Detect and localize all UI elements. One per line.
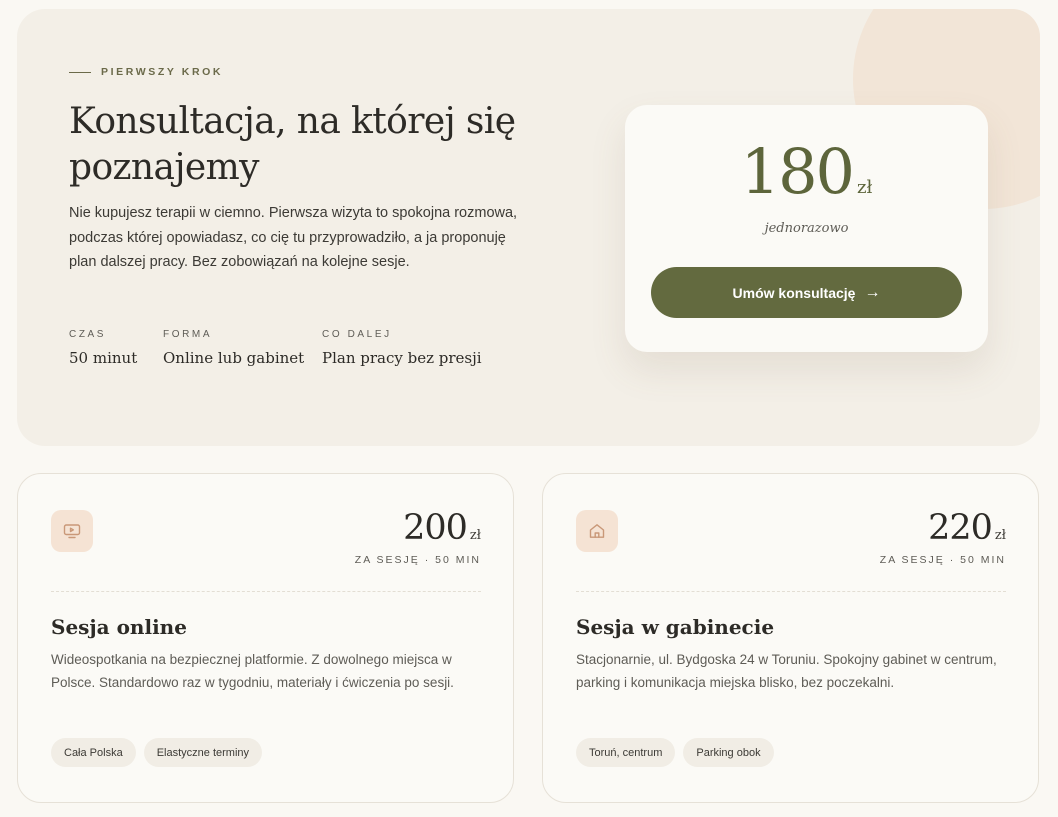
book-consultation-label: Umów konsultację [732,284,856,301]
hero-title: Konsultacja, na której się poznajemy [69,101,516,188]
online-session-title: Sesja online [51,615,187,639]
meta-time-value: 50 minut [69,349,138,367]
consultation-hero: PIERWSZY KROK Konsultacja, na której się… [17,9,1040,446]
online-session-card: 200 zł ZA SESJĘ · 50 MIN Sesja online Wi… [17,473,514,803]
office-session-price: 220 zł ZA SESJĘ · 50 MIN [880,508,1006,566]
online-price-currency: zł [469,528,481,543]
office-price-currency: zł [994,528,1006,543]
arrow-right-icon: → [864,283,881,301]
online-session-price: 200 zł ZA SESJĘ · 50 MIN [355,508,481,566]
eyebrow-text: PIERWSZY KROK [101,66,224,78]
monitor-icon [51,510,93,552]
tag-torun-center: Toruń, centrum [576,738,676,767]
eyebrow: PIERWSZY KROK [69,66,223,78]
card-divider [51,591,481,592]
meta-form-value: Online lub gabinet [163,349,305,367]
office-session-title: Sesja w gabinecie [576,615,775,639]
tag-flexible-dates: Elastyczne terminy [143,738,263,767]
tag-parking-nearby: Parking obok [683,738,774,767]
online-price-amount: 200 [403,508,468,548]
office-price-note: ZA SESJĘ · 50 MIN [879,554,1006,566]
meta-form-label: FORMA [163,329,213,340]
office-price-amount: 220 [928,508,993,548]
home-icon [576,510,618,552]
hero-description: Nie kupujesz terapii w ciemno. Pierwsza … [69,205,518,271]
meta-next-label: CO DALEJ [322,329,392,340]
consultation-price-card: 180 zł jednorazowo Umów konsultację → [625,105,988,352]
consultation-price: 180 zł [625,133,988,211]
card-divider [576,591,1006,592]
meta-time: CZAS 50 minut [69,329,137,367]
meta-next: CO DALEJ Plan pracy bez presji [322,329,482,367]
meta-next-value: Plan pracy bez presji [322,349,482,367]
meta-form: FORMA Online lub gabinet [163,329,304,367]
book-consultation-button[interactable]: Umów konsultację → [651,267,962,318]
office-session-tags: Toruń, centrum Parking obok [576,738,774,767]
online-session-tags: Cała Polska Elastyczne terminy [51,738,263,767]
office-session-card: 220 zł ZA SESJĘ · 50 MIN Sesja w gabinec… [542,473,1039,803]
office-session-description: Stacjonarnie, ul. Bydgoska 24 w Toruniu.… [576,652,997,690]
eyebrow-line [69,71,91,73]
meta-time-label: CZAS [69,329,107,340]
price-amount: 180 [740,135,855,208]
online-price-note: ZA SESJĘ · 50 MIN [354,554,481,566]
tag-nationwide: Cała Polska [51,738,136,767]
price-currency: zł [857,177,873,198]
online-session-description: Wideospotkania na bezpiecznej platformie… [51,652,454,690]
price-note: jednorazowo [764,221,849,236]
